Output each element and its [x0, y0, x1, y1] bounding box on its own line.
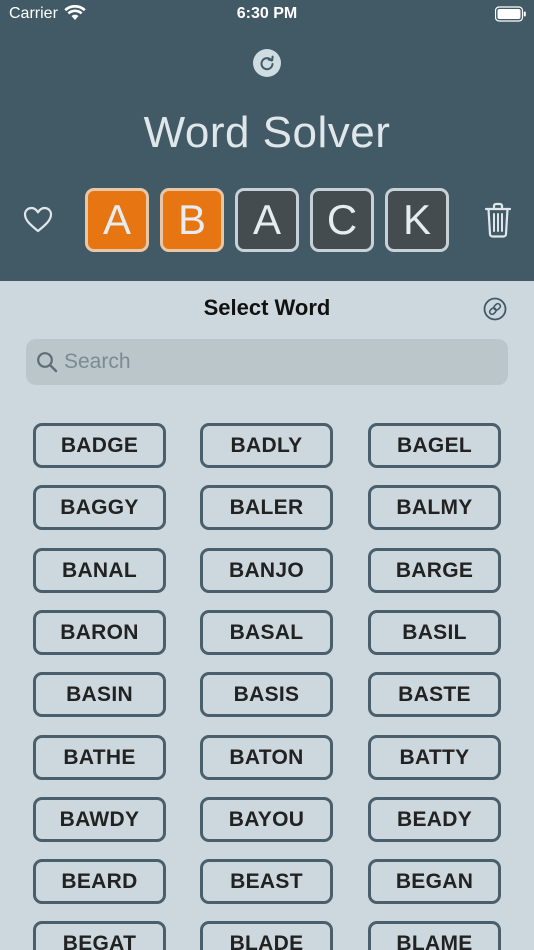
- word-button[interactable]: BARON: [33, 610, 166, 655]
- word-button[interactable]: BLAME: [368, 921, 501, 950]
- word-button[interactable]: BADLY: [200, 423, 333, 468]
- word-button[interactable]: BALER: [200, 485, 333, 530]
- letter-tile[interactable]: B: [160, 188, 224, 252]
- word-button[interactable]: BEAST: [200, 859, 333, 904]
- letter-tiles: A B A C K: [85, 188, 449, 252]
- tile-letter: A: [102, 196, 131, 243]
- word-button[interactable]: BASIL: [368, 610, 501, 655]
- refresh-button[interactable]: [253, 49, 281, 77]
- word-button[interactable]: BANAL: [33, 548, 166, 593]
- word-button[interactable]: BALMY: [368, 485, 501, 530]
- word-button[interactable]: BAGGY: [33, 485, 166, 530]
- word-button[interactable]: BARGE: [368, 548, 501, 593]
- word-button[interactable]: BASTE: [368, 672, 501, 717]
- tile-letter: C: [326, 196, 358, 243]
- word-button[interactable]: BANJO: [200, 548, 333, 593]
- tile-letter: A: [252, 196, 281, 243]
- word-button[interactable]: BATTY: [368, 735, 501, 780]
- letter-tile[interactable]: A: [235, 188, 299, 252]
- word-grid: BADGE BADLY BAGEL BAGGY BALER BALMY BANAL BANJO…: [33, 423, 501, 950]
- link-icon[interactable]: [483, 297, 507, 321]
- tile-letter: B: [177, 196, 206, 243]
- letter-tile[interactable]: A: [85, 188, 149, 252]
- tile-letter: K: [402, 196, 431, 243]
- letter-tile[interactable]: K: [385, 188, 449, 252]
- status-bar: Carrier 6:30 PM: [0, 0, 534, 28]
- word-button[interactable]: BAYOU: [200, 797, 333, 842]
- search-icon: [37, 352, 58, 373]
- search-bar[interactable]: [26, 339, 508, 385]
- sheet-title: Select Word: [203, 295, 331, 320]
- word-button[interactable]: BLADE: [200, 921, 333, 950]
- word-button[interactable]: BASIS: [200, 672, 333, 717]
- word-button[interactable]: BADGE: [33, 423, 166, 468]
- word-button[interactable]: BEADY: [368, 797, 501, 842]
- word-button[interactable]: BEGAT: [33, 921, 166, 950]
- word-button[interactable]: BEARD: [33, 859, 166, 904]
- word-button[interactable]: BASIN: [33, 672, 166, 717]
- word-button[interactable]: BATON: [200, 735, 333, 780]
- heart-icon[interactable]: [22, 204, 54, 236]
- word-button[interactable]: BATHE: [33, 735, 166, 780]
- word-button[interactable]: BAWDY: [33, 797, 166, 842]
- battery-icon: [495, 6, 526, 22]
- header: Carrier 6:30 PM Word Solver A B A C K: [0, 0, 534, 281]
- trash-icon[interactable]: [482, 201, 514, 239]
- refresh-icon: [260, 55, 274, 71]
- search-input[interactable]: [64, 339, 494, 385]
- letter-tile[interactable]: C: [310, 188, 374, 252]
- word-button[interactable]: BEGAN: [368, 859, 501, 904]
- word-button[interactable]: BAGEL: [368, 423, 501, 468]
- word-button[interactable]: BASAL: [200, 610, 333, 655]
- status-time: 6:30 PM: [236, 5, 298, 22]
- app-title: Word Solver: [143, 108, 391, 157]
